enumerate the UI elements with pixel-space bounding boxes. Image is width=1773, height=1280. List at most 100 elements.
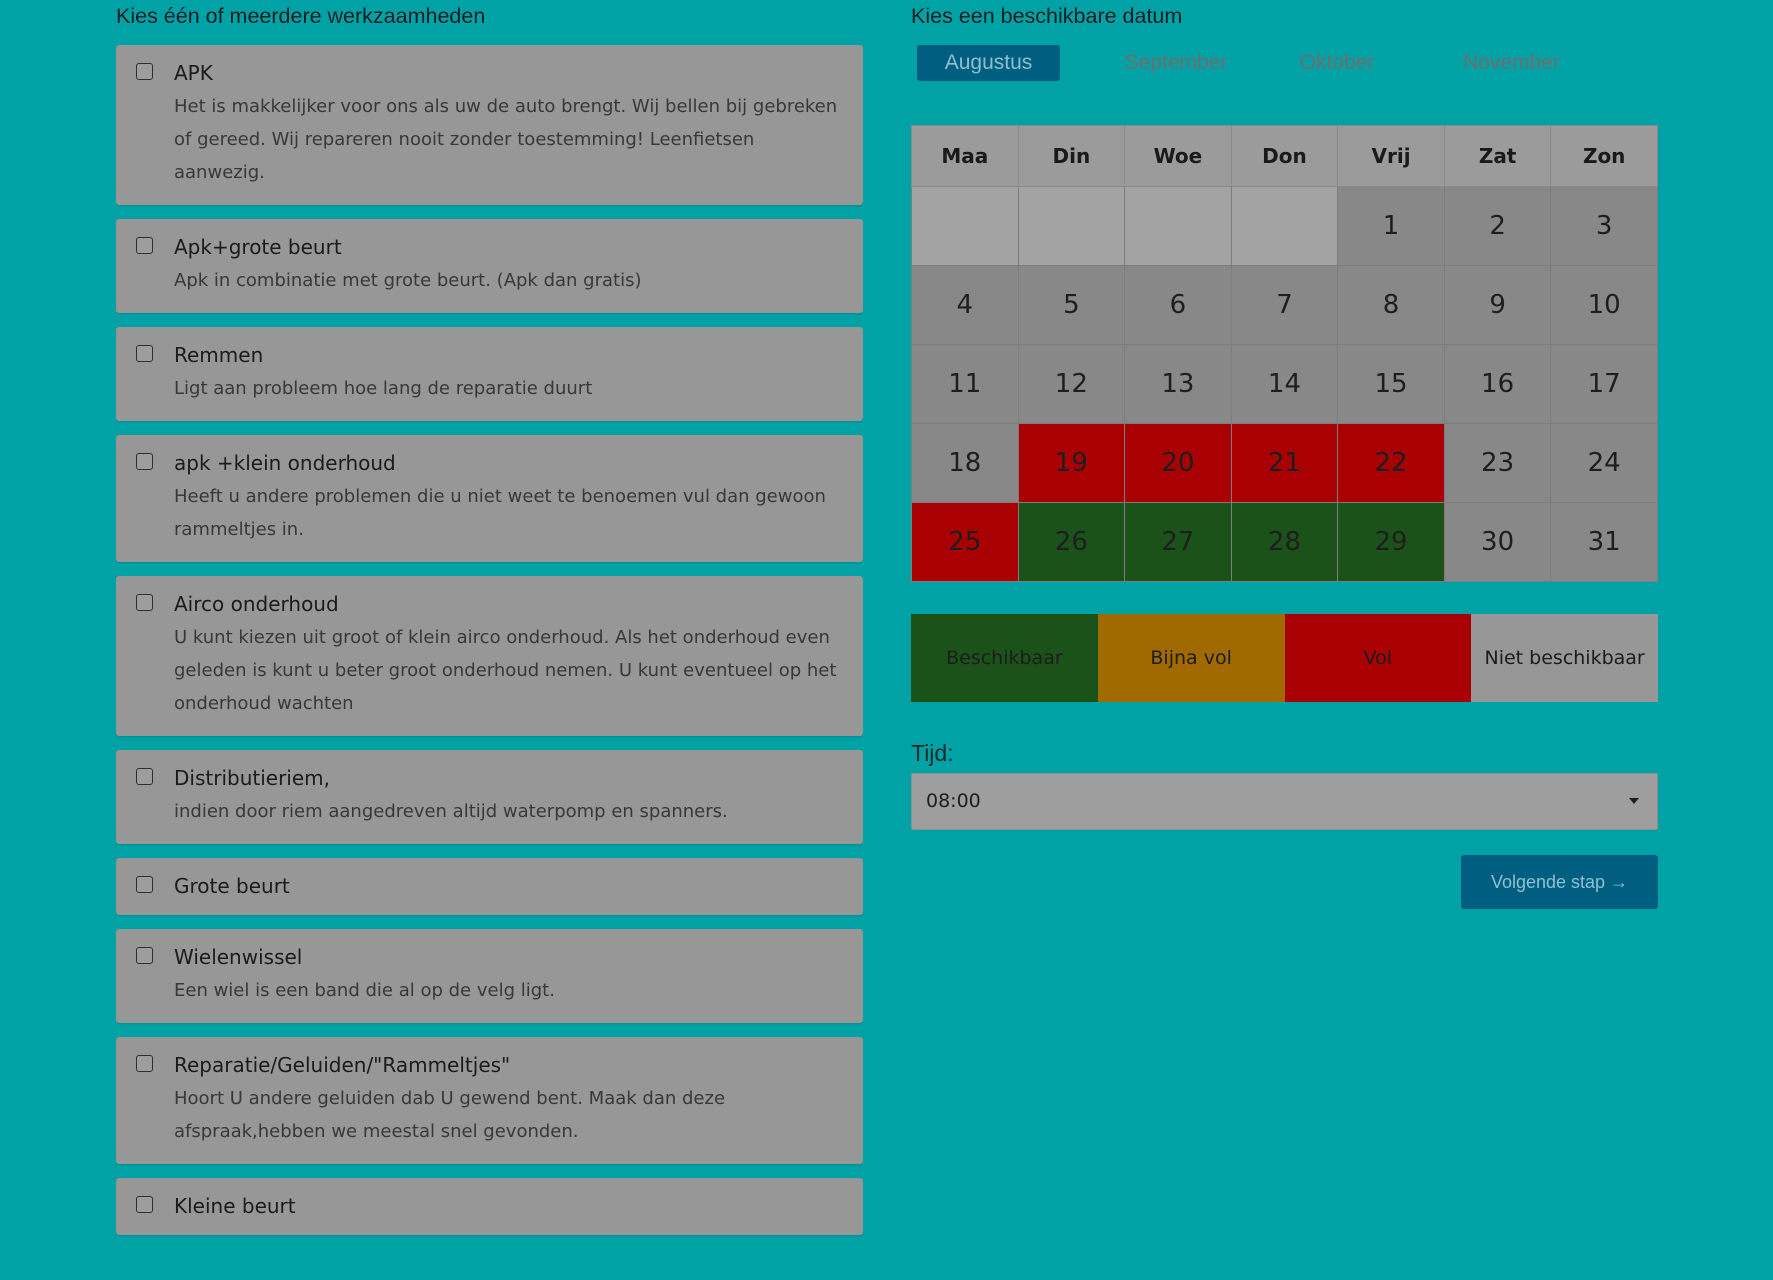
calendar-day: 31 — [1550, 502, 1658, 582]
calendar-day[interactable]: 26 — [1017, 502, 1126, 582]
calendar-week-row: 11 12 13 14 15 16 17 — [911, 344, 1658, 424]
calendar-day: 5 — [1017, 265, 1126, 345]
service-title: Airco onderhoud — [174, 592, 339, 616]
legend-beschikbaar: Beschikbaar — [911, 614, 1098, 702]
service-item[interactable]: Wielenwissel Een wiel is een band die al … — [116, 929, 863, 1023]
service-title: Kleine beurt — [174, 1194, 296, 1218]
service-item[interactable]: Reparatie/Geluiden/"Rammeltjes" Hoort U a… — [116, 1037, 863, 1164]
service-description: Ligt aan probleem hoe lang de reparatie … — [174, 378, 593, 399]
service-checkbox[interactable] — [136, 1196, 153, 1213]
calendar-empty-cell — [1124, 186, 1232, 266]
tab-month-augustus[interactable]: Augustus — [917, 45, 1060, 81]
service-item[interactable]: Grote beurt — [116, 858, 863, 915]
service-checkbox[interactable] — [136, 453, 153, 470]
service-item[interactable]: Remmen Ligt aan probleem hoe lang de repa… — [116, 327, 863, 421]
calendar-day: 22 — [1337, 423, 1445, 503]
service-item[interactable]: apk +klein onderhoud Heeft u andere probl… — [116, 435, 863, 562]
services-list: APK Het is makkelijker voor ons als uw de… — [116, 45, 863, 1244]
service-description: Een wiel is een band die al op de velg l… — [174, 980, 555, 1001]
service-description: U kunt kiezen uit groot of klein airco o… — [174, 627, 837, 714]
calendar-day: 9 — [1443, 265, 1552, 345]
calendar-day: 19 — [1017, 423, 1126, 503]
service-item[interactable]: Distributieriem, indien door riem aangedr… — [116, 750, 863, 844]
time-label: Tijd: — [911, 740, 954, 766]
weekday-header: Vrij — [1337, 125, 1445, 187]
legend-niet-beschikbaar: Niet beschikbaar — [1471, 614, 1658, 702]
calendar-day: 2 — [1443, 186, 1552, 266]
calendar-weekday-row: Maa Din Woe Don Vrij Zat Zon — [911, 125, 1658, 187]
calendar-day: 7 — [1230, 265, 1339, 345]
calendar-day: 15 — [1337, 344, 1445, 424]
weekday-header: Woe — [1124, 125, 1232, 187]
service-checkbox[interactable] — [136, 237, 153, 254]
calendar-day: 12 — [1017, 344, 1126, 424]
service-checkbox[interactable] — [136, 947, 153, 964]
calendar-empty-cell — [911, 186, 1019, 266]
time-select[interactable]: 08:00 — [911, 773, 1658, 830]
calendar-empty-cell — [1230, 186, 1339, 266]
calendar-day: 4 — [911, 265, 1019, 345]
calendar-day: 30 — [1443, 502, 1552, 582]
calendar-day[interactable]: 29 — [1337, 502, 1445, 582]
calendar-day: 8 — [1337, 265, 1445, 345]
calendar-week-row: 123 — [911, 186, 1658, 266]
service-description: Hoort U andere geluiden dab U gewend ben… — [174, 1088, 726, 1142]
caret-down-icon — [1629, 798, 1639, 804]
date-heading: Kies een beschikbare datum — [911, 4, 1183, 28]
calendar-day: 10 — [1550, 265, 1658, 345]
service-item[interactable]: Apk+grote beurt Apk in combinatie met gro… — [116, 219, 863, 313]
calendar-day[interactable]: 27 — [1124, 502, 1232, 582]
calendar-day: 13 — [1124, 344, 1232, 424]
calendar-empty-cell — [1017, 186, 1126, 266]
service-checkbox[interactable] — [136, 63, 153, 80]
tab-month-oktober[interactable]: Oktober — [1272, 45, 1402, 81]
service-checkbox[interactable] — [136, 768, 153, 785]
calendar-week-row: 18 19 20 21 22 23 24 — [911, 423, 1658, 503]
service-checkbox[interactable] — [136, 345, 153, 362]
calendar: Maa Din Woe Don Vrij Zat Zon 1 2 3 4 5 6 7 8 9 10 11 12 13… — [911, 125, 1658, 582]
calendar-day: 6 — [1124, 265, 1232, 345]
weekday-header: Don — [1230, 125, 1339, 187]
service-title: Remmen — [174, 343, 264, 367]
service-checkbox[interactable] — [136, 876, 153, 893]
service-description: indien door riem aangedreven altijd wate… — [174, 801, 728, 822]
calendar-day: 17 — [1550, 344, 1658, 424]
service-checkbox[interactable] — [136, 1055, 153, 1072]
calendar-day: 21 — [1230, 423, 1339, 503]
tab-month-november[interactable]: November — [1429, 45, 1594, 81]
service-title: Distributieriem, — [174, 766, 330, 790]
service-title: apk +klein onderhoud — [174, 451, 396, 475]
time-select-value: 08:00 — [926, 790, 981, 812]
service-description: Heeft u andere problemen die u niet weet… — [174, 486, 826, 540]
next-step-button[interactable]: Volgende stap → — [1461, 855, 1658, 909]
month-tabs: Augustus September Oktober November — [917, 45, 1677, 81]
weekday-header: Zat — [1443, 125, 1552, 187]
legend-bijna-vol: Bijna vol — [1097, 614, 1285, 702]
calendar-week-row: 25 26 27 28 29 30 31 — [911, 502, 1658, 582]
calendar-day: 16 — [1443, 344, 1552, 424]
service-item[interactable]: Kleine beurt — [116, 1178, 863, 1235]
weekday-header: Zon — [1550, 125, 1658, 187]
service-title: Wielenwissel — [174, 945, 303, 969]
calendar-day: 3 — [1550, 186, 1658, 266]
calendar-day[interactable]: 28 — [1230, 502, 1339, 582]
service-checkbox[interactable] — [136, 594, 153, 611]
service-description: Apk in combinatie met grote beurt. (Apk … — [174, 270, 642, 291]
calendar-day: 25 — [911, 502, 1019, 582]
service-title: Reparatie/Geluiden/"Rammeltjes" — [174, 1053, 511, 1077]
availability-legend: Beschikbaar Bijna vol Vol Niet beschikba… — [911, 614, 1658, 702]
service-title: APK — [174, 61, 213, 85]
calendar-day: 20 — [1124, 423, 1232, 503]
calendar-week-row: 4 5 6 7 8 9 10 — [911, 265, 1658, 345]
calendar-day: 11 — [911, 344, 1019, 424]
service-title: Apk+grote beurt — [174, 235, 342, 259]
service-title: Grote beurt — [174, 874, 290, 898]
calendar-day: 24 — [1550, 423, 1658, 503]
service-item[interactable]: APK Het is makkelijker voor ons als uw de… — [116, 45, 863, 205]
tab-month-september[interactable]: September — [1087, 45, 1265, 81]
calendar-day: 1 — [1337, 186, 1445, 266]
service-item[interactable]: Airco onderhoud U kunt kiezen uit groot o… — [116, 576, 863, 736]
weekday-header: Maa — [911, 125, 1019, 187]
services-heading: Kies één of meerdere werkzaamheden — [116, 4, 486, 28]
weekday-header: Din — [1017, 125, 1126, 187]
